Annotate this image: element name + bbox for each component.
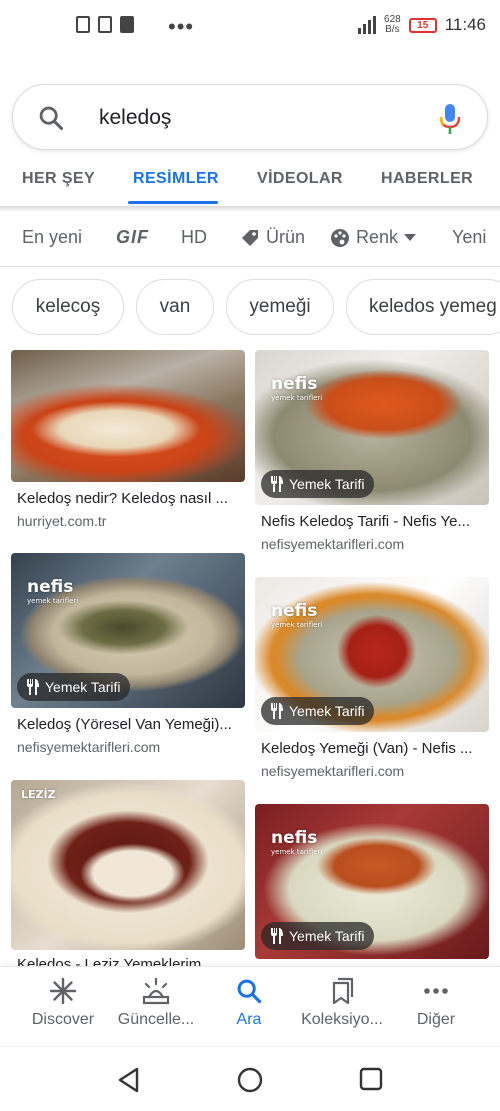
status-bar: ••• 628 B/s 15 11:46 (0, 0, 500, 56)
battery-icon: 15 (408, 17, 437, 33)
filter-newest[interactable]: En yeni (22, 227, 82, 248)
filters-divider (0, 266, 500, 267)
nav-label: Ara (236, 1011, 262, 1028)
recipe-badge: Yemek Tarifi (261, 470, 375, 498)
tabs-shadow (0, 206, 500, 212)
result-card[interactable]: nefis yemek tarifleri Yemek Tarifi Keledo… (255, 577, 489, 782)
nefis-logo: nefis yemek tarifleri (271, 374, 323, 402)
tab-news[interactable]: HABERLER (381, 170, 473, 188)
nav-collections[interactable]: Koleksiyo... (292, 977, 392, 1029)
tab-images[interactable]: RESİMLER (133, 170, 219, 188)
result-image[interactable]: nefis yemek tarifleri Yemek Tarifi (255, 577, 489, 732)
clock: 11:46 (444, 15, 486, 34)
result-image[interactable]: LEZİZ (11, 780, 245, 950)
search-bar[interactable] (12, 84, 488, 150)
result-source: nefisyemektarifleri.com (261, 763, 405, 779)
filter-color[interactable]: Renk (330, 227, 417, 248)
result-source: nefisyemektarifleri.com (261, 536, 405, 552)
microphone-icon[interactable] (439, 103, 461, 135)
tab-all[interactable]: HER ŞEY (22, 170, 95, 188)
search-input[interactable] (99, 103, 419, 133)
cutlery-icon (271, 476, 283, 492)
nav-label: Diğer (416, 1011, 456, 1028)
result-card[interactable]: Keledoş nedir? Keledoş nasıl ... hurriye… (11, 350, 245, 530)
search-tabs: HER ŞEY RESİMLER VİDEOLAR HABERLER (0, 160, 500, 206)
tab-videos[interactable]: VİDEOLAR (257, 170, 343, 188)
nav-label: Discover (31, 1011, 95, 1028)
notification-icons (76, 16, 134, 33)
recents-icon[interactable] (359, 1067, 383, 1091)
bookmarks-icon (332, 977, 354, 1005)
filter-gif[interactable]: GIF (116, 227, 149, 248)
nav-label: Güncelle... (117, 1011, 195, 1028)
palette-icon (331, 228, 349, 247)
asterisk-icon (49, 977, 77, 1005)
result-card[interactable]: LEZİZ Keledos - Leziz Yemeklerim (11, 780, 245, 970)
recipe-badge: Yemek Tarifi (261, 922, 375, 950)
office-notification-icon (98, 16, 112, 33)
result-image[interactable]: nefis yemek tarifleri Yemek Tarifi (11, 553, 245, 708)
app-notification-icon (120, 16, 134, 33)
search-icon[interactable] (37, 104, 65, 132)
more-notifications-icon: ••• (168, 14, 195, 39)
suggestion-chip[interactable]: kelecoş (12, 279, 124, 335)
recipe-badge: Yemek Tarifi (17, 673, 131, 701)
result-title[interactable]: Keledoş Yemeği (Van) - Nefis ... (261, 740, 487, 757)
chevron-down-icon (404, 233, 417, 241)
result-card[interactable]: nefis yemek tarifleri Yemek Tarifi Keledo… (11, 553, 245, 758)
nav-discover[interactable]: Discover (13, 977, 113, 1029)
search-icon (237, 979, 262, 1004)
cutlery-icon (271, 703, 283, 719)
nefis-logo: nefis yemek tarifleri (27, 577, 79, 605)
nav-updates[interactable]: Güncelle... (106, 977, 206, 1029)
signal-icon (358, 16, 377, 34)
result-image[interactable]: nefis yemek tarifleri Yemek Tarifi (255, 804, 489, 959)
leziz-logo: LEZİZ (21, 788, 56, 801)
cutlery-icon (27, 679, 39, 695)
nav-label: Koleksiyo... (301, 1011, 383, 1028)
suggestion-chip[interactable]: yemeği (226, 279, 334, 335)
bottom-navigation: Discover Güncelle... Ara Koleksiyo... Di… (0, 966, 500, 1046)
result-source: hurriyet.com.tr (17, 513, 107, 529)
active-tab-indicator (128, 201, 218, 204)
result-source: nefisyemektarifleri.com (17, 739, 161, 755)
filter-new[interactable]: Yeni (452, 227, 486, 248)
network-speed: 628 B/s (384, 14, 401, 35)
more-dots-icon (424, 988, 448, 994)
result-image[interactable] (11, 350, 245, 482)
updates-icon (142, 977, 170, 1005)
result-card[interactable]: nefis yemek tarifleri Yemek Tarifi Nefis … (255, 350, 489, 555)
suggestion-chip[interactable]: keledos yemeg (346, 279, 500, 335)
system-navigation-bar (0, 1046, 500, 1111)
suggestion-chip[interactable]: van (136, 279, 214, 335)
nefis-logo: nefis yemek tarifleri (271, 601, 323, 629)
cutlery-icon (271, 928, 283, 944)
nav-search[interactable]: Ara (199, 977, 299, 1029)
nefis-logo: nefis yemek tarifleri (271, 828, 323, 856)
home-icon[interactable] (237, 1067, 263, 1093)
result-title[interactable]: Keledoş nedir? Keledoş nasıl ... (17, 490, 243, 507)
alert-notification-icon (76, 16, 90, 33)
result-title[interactable]: Nefis Keledoş Tarifi - Nefis Ye... (261, 513, 487, 530)
nav-more[interactable]: Diğer (386, 977, 486, 1029)
filter-product[interactable]: Ürün (240, 227, 305, 248)
tag-icon (242, 229, 258, 246)
result-card[interactable]: nefis yemek tarifleri Yemek Tarifi (255, 804, 489, 966)
filter-row: En yeni GIF HD Ürün Renk Yeni (0, 218, 500, 258)
filter-hd[interactable]: HD (181, 227, 207, 248)
recipe-badge: Yemek Tarifi (261, 697, 375, 725)
back-icon[interactable] (117, 1067, 141, 1093)
result-image[interactable]: nefis yemek tarifleri Yemek Tarifi (255, 350, 489, 505)
result-title[interactable]: Keledoş (Yöresel Van Yemeği)... (17, 716, 243, 733)
